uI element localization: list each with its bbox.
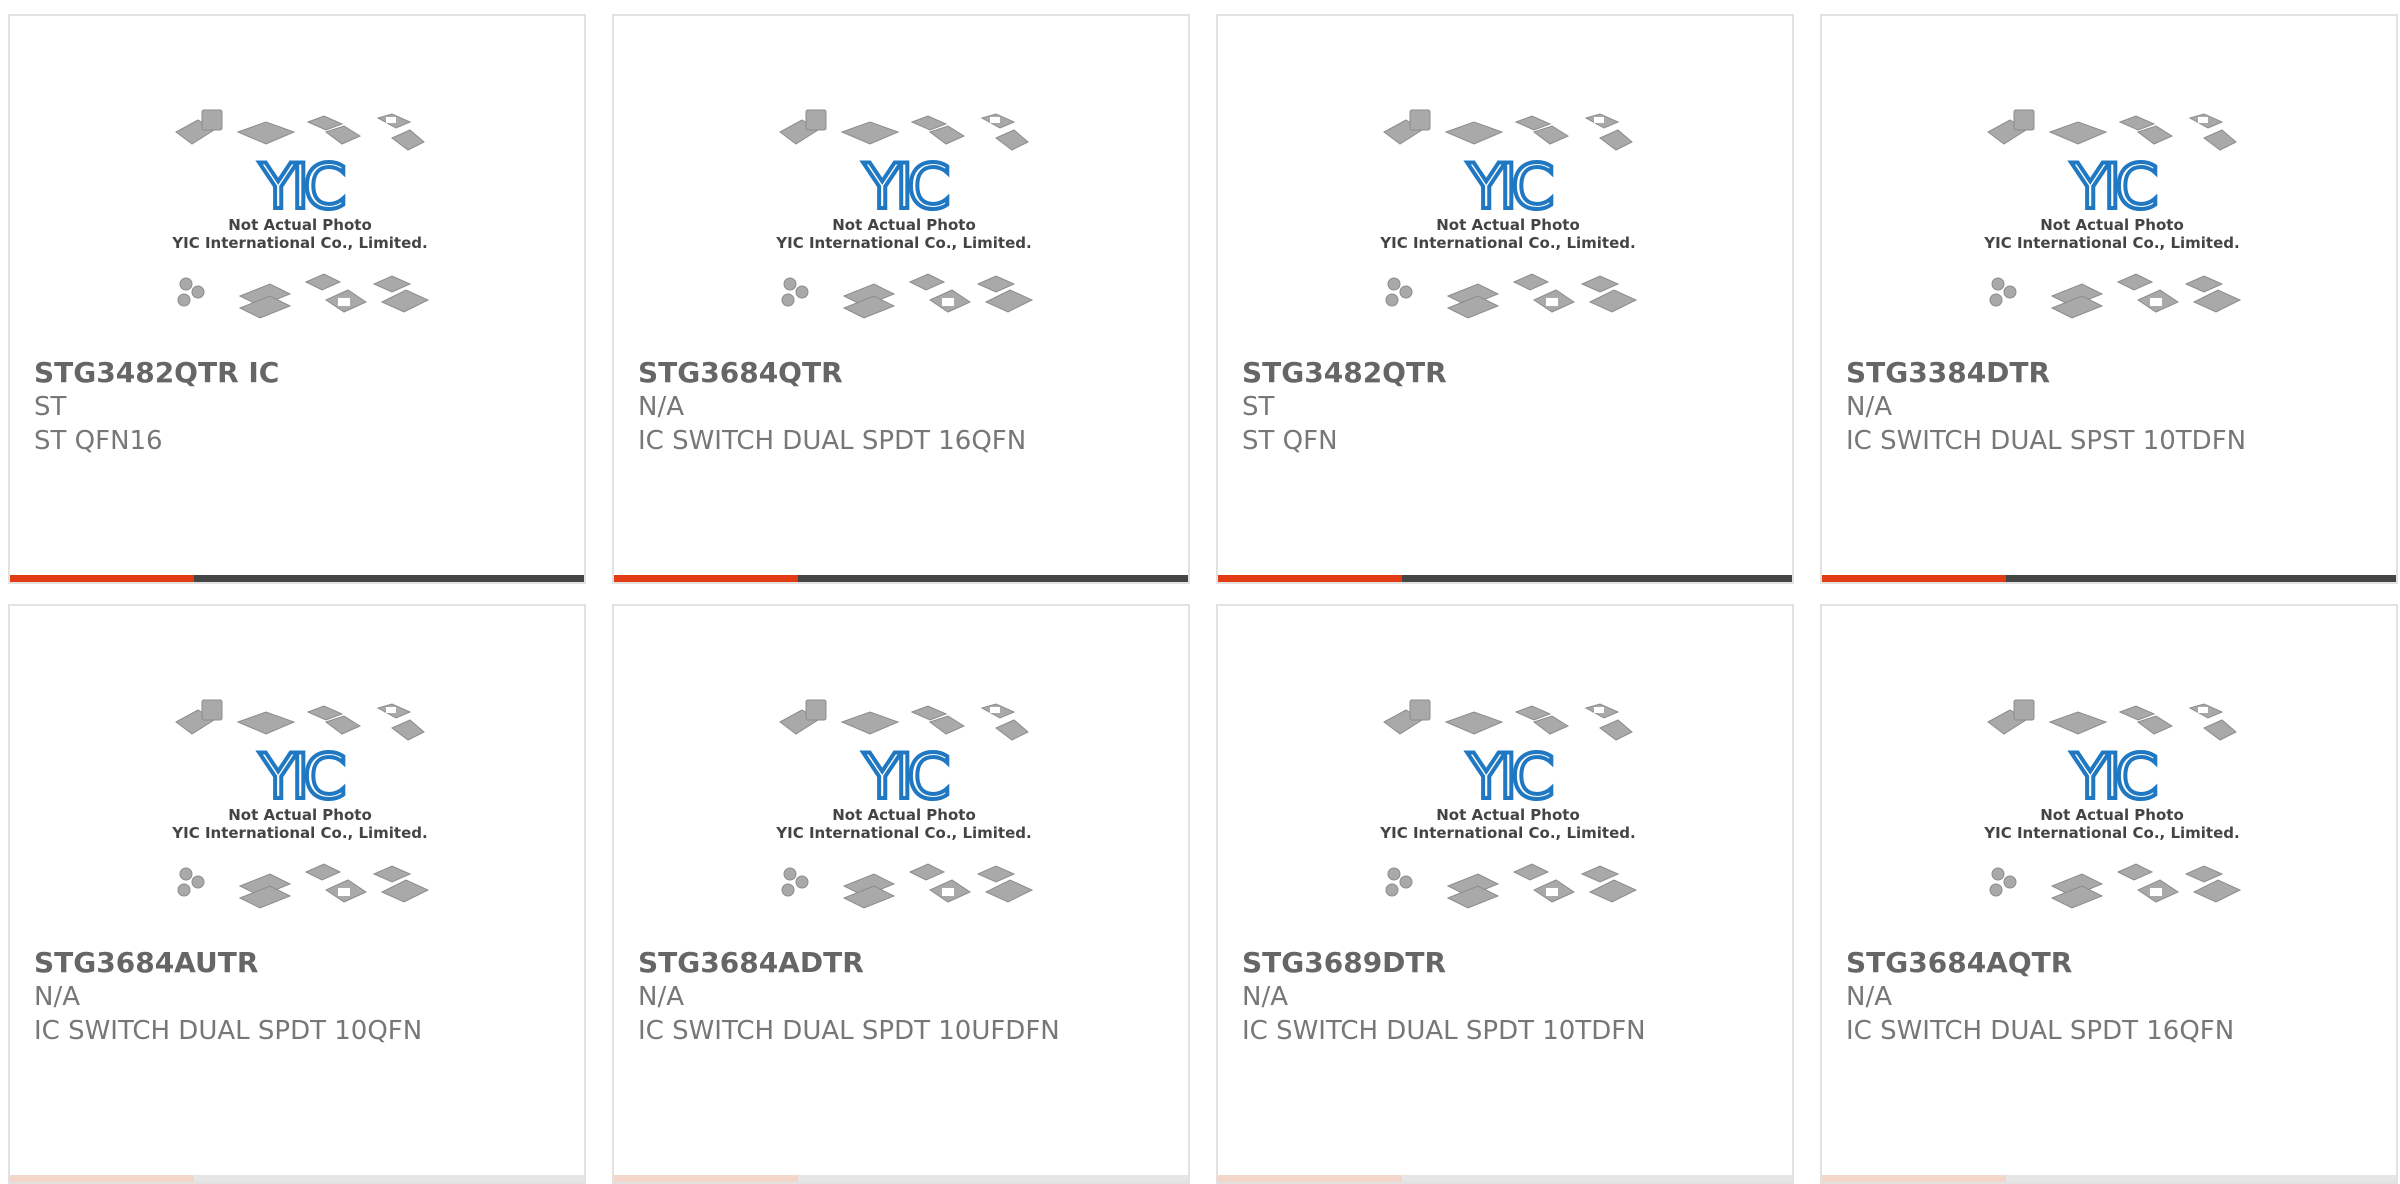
product-title[interactable]: STG3684QTR	[638, 356, 843, 390]
product-description: IC SWITCH DUAL SPDT 10QFN	[34, 1016, 423, 1046]
card-accent-bar	[1218, 1175, 1792, 1182]
card-accent-bar	[1822, 575, 2396, 582]
product-image[interactable]: YIC Not Actual Photo YIC International C…	[1374, 694, 1644, 944]
svg-text:YIC International Co., Limited: YIC International Co., Limited.	[1983, 824, 2239, 842]
bar-segment	[798, 575, 1188, 582]
product-manufacturer: ST	[1242, 392, 1275, 422]
svg-text:Not Actual Photo: Not Actual Photo	[832, 216, 976, 234]
svg-text:YIC: YIC	[2070, 150, 2155, 223]
svg-text:Not Actual Photo: Not Actual Photo	[2040, 806, 2184, 824]
product-title[interactable]: STG3384DTR	[1846, 356, 2050, 390]
card-accent-bar	[1218, 575, 1792, 582]
product-card[interactable]: YIC Not Actual Photo YIC International C…	[612, 604, 1190, 1184]
product-card[interactable]: YIC Not Actual Photo YIC International C…	[8, 604, 586, 1184]
bar-segment	[194, 1175, 584, 1182]
accent-segment	[1218, 575, 1402, 582]
bar-segment	[194, 575, 584, 582]
product-card[interactable]: YIC Not Actual Photo YIC International C…	[1216, 14, 1794, 584]
product-title[interactable]: STG3684AQTR	[1846, 946, 2072, 980]
product-manufacturer: ST	[34, 392, 67, 422]
svg-text:YIC: YIC	[862, 740, 947, 813]
bar-segment	[798, 1175, 1188, 1182]
product-manufacturer: N/A	[638, 392, 684, 422]
product-image[interactable]: YIC Not Actual Photo YIC International C…	[1978, 104, 2248, 354]
product-card[interactable]: YIC Not Actual Photo YIC International C…	[1216, 604, 1794, 1184]
svg-text:YIC International Co., Limited: YIC International Co., Limited.	[1983, 234, 2239, 252]
svg-text:Not Actual Photo: Not Actual Photo	[832, 806, 976, 824]
svg-text:YIC: YIC	[1466, 150, 1551, 223]
product-image[interactable]: YIC Not Actual Photo YIC International C…	[1978, 694, 2248, 944]
product-manufacturer: N/A	[34, 982, 80, 1012]
product-manufacturer: N/A	[638, 982, 684, 1012]
card-accent-bar	[614, 575, 1188, 582]
product-title[interactable]: STG3482QTR	[1242, 356, 1447, 390]
svg-text:YIC International Co., Limited: YIC International Co., Limited.	[775, 234, 1031, 252]
product-grid: YIC Not Actual Photo YIC International C…	[0, 0, 2400, 1184]
svg-text:YIC: YIC	[2070, 740, 2155, 813]
card-accent-bar	[1822, 1175, 2396, 1182]
product-title[interactable]: STG3689DTR	[1242, 946, 1446, 980]
product-image[interactable]: YIC Not Actual Photo YIC International C…	[166, 104, 436, 354]
product-description: IC SWITCH DUAL SPDT 16QFN	[638, 426, 1027, 456]
product-image[interactable]: YIC Not Actual Photo YIC International C…	[166, 694, 436, 944]
product-description: IC SWITCH DUAL SPST 10TDFN	[1846, 426, 2247, 456]
bar-segment	[1402, 1175, 1792, 1182]
product-description: IC SWITCH DUAL SPDT 10UFDFN	[638, 1016, 1060, 1046]
product-title[interactable]: STG3684ADTR	[638, 946, 864, 980]
bar-segment	[2006, 1175, 2396, 1182]
accent-segment	[614, 575, 798, 582]
product-image[interactable]: YIC Not Actual Photo YIC International C…	[770, 694, 1040, 944]
product-manufacturer: N/A	[1242, 982, 1288, 1012]
product-card[interactable]: YIC Not Actual Photo YIC International C…	[1820, 604, 2398, 1184]
svg-text:Not Actual Photo: Not Actual Photo	[1436, 216, 1580, 234]
svg-text:Not Actual Photo: Not Actual Photo	[2040, 216, 2184, 234]
bar-segment	[1402, 575, 1792, 582]
accent-segment	[10, 1175, 194, 1182]
svg-text:Not Actual Photo: Not Actual Photo	[1436, 806, 1580, 824]
product-image[interactable]: YIC Not Actual Photo YIC International C…	[1374, 104, 1644, 354]
product-card[interactable]: YIC Not Actual Photo YIC International C…	[612, 14, 1190, 584]
svg-text:Not Actual Photo: Not Actual Photo	[228, 216, 372, 234]
card-accent-bar	[10, 575, 584, 582]
product-image[interactable]: YIC Not Actual Photo YIC International C…	[770, 104, 1040, 354]
svg-text:YIC International Co., Limited: YIC International Co., Limited.	[1379, 234, 1635, 252]
svg-text:YIC: YIC	[258, 740, 343, 813]
product-description: IC SWITCH DUAL SPDT 10TDFN	[1242, 1016, 1646, 1046]
bar-segment	[2006, 575, 2396, 582]
svg-text:YIC International Co., Limited: YIC International Co., Limited.	[171, 234, 427, 252]
accent-segment	[1822, 575, 2006, 582]
product-title[interactable]: STG3482QTR IC	[34, 356, 279, 390]
product-card[interactable]: YIC Not Actual Photo YIC International C…	[8, 14, 586, 584]
product-description: ST QFN	[1242, 426, 1338, 456]
accent-segment	[10, 575, 194, 582]
svg-text:YIC: YIC	[258, 150, 343, 223]
svg-text:YIC International Co., Limited: YIC International Co., Limited.	[1379, 824, 1635, 842]
accent-segment	[1822, 1175, 2006, 1182]
product-description: ST QFN16	[34, 426, 163, 456]
accent-segment	[1218, 1175, 1402, 1182]
svg-text:Not Actual Photo: Not Actual Photo	[228, 806, 372, 824]
product-manufacturer: N/A	[1846, 982, 1892, 1012]
accent-segment	[614, 1175, 798, 1182]
svg-text:YIC: YIC	[862, 150, 947, 223]
product-card[interactable]: YIC Not Actual Photo YIC International C…	[1820, 14, 2398, 584]
svg-text:YIC International Co., Limited: YIC International Co., Limited.	[171, 824, 427, 842]
product-manufacturer: N/A	[1846, 392, 1892, 422]
svg-text:YIC: YIC	[1466, 740, 1551, 813]
card-accent-bar	[10, 1175, 584, 1182]
product-description: IC SWITCH DUAL SPDT 16QFN	[1846, 1016, 2235, 1046]
svg-text:YIC International Co., Limited: YIC International Co., Limited.	[775, 824, 1031, 842]
card-accent-bar	[614, 1175, 1188, 1182]
product-title[interactable]: STG3684AUTR	[34, 946, 258, 980]
